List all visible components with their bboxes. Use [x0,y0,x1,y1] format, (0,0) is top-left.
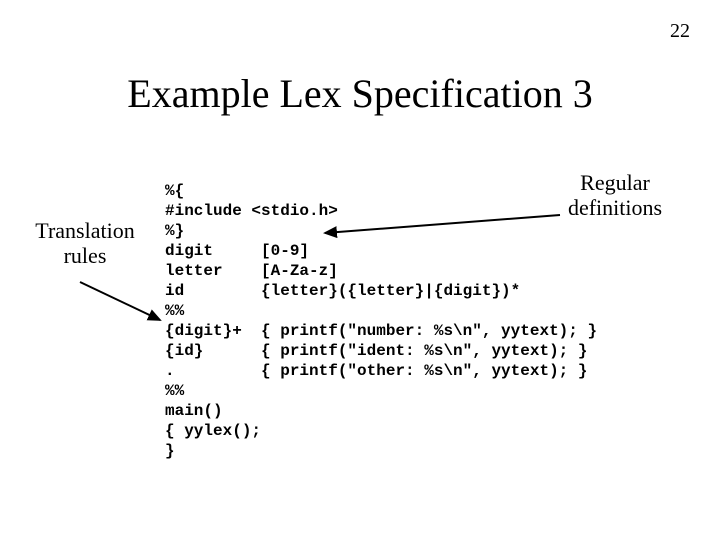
lex-code-block: %{ #include <stdio.h> %} digit [0-9] let… [165,181,597,461]
translation-rules-label: Translation rules [20,218,150,269]
slide-title: Example Lex Specification 3 [0,70,720,117]
page-number: 22 [670,20,690,43]
